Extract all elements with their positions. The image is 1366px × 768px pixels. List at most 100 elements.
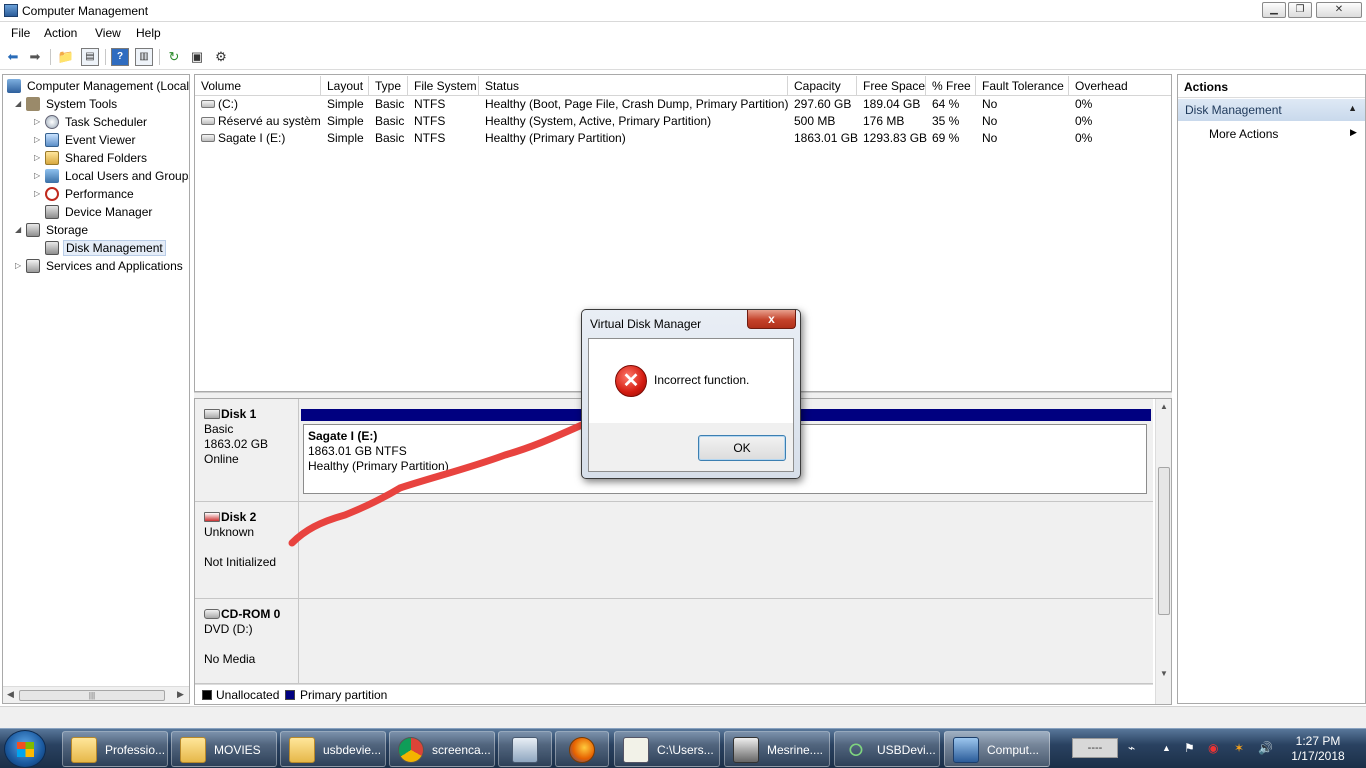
expand-arrow-icon[interactable]: ▷ <box>34 185 40 203</box>
tray-power-icon[interactable]: ✶ <box>1234 741 1244 755</box>
submenu-arrow-icon[interactable]: ▶ <box>1350 127 1357 138</box>
tree-item-event-viewer[interactable]: ▷ Event Viewer <box>34 131 137 149</box>
ok-button[interactable]: OK <box>698 435 786 461</box>
maximize-button[interactable]: ❐ <box>1288 2 1312 18</box>
up-folder-icon[interactable]: 📁 <box>57 48 75 66</box>
dialog-close-button[interactable]: x <box>747 310 796 329</box>
taskbar-label: MOVIES <box>214 743 261 757</box>
expand-arrow-icon[interactable]: ▷ <box>34 149 40 167</box>
folder-icon <box>289 737 315 763</box>
collapse-arrow-icon[interactable]: ◢ <box>15 95 21 113</box>
disk-row-disk2[interactable]: Disk 2 Unknown Not Initialized <box>195 502 1153 599</box>
tray-flag-icon[interactable]: ⚑ <box>1184 741 1195 755</box>
column-header-file-system[interactable]: File System <box>408 76 479 96</box>
scroll-left-arrow-icon[interactable]: ◀ <box>7 689 14 700</box>
type-cell: Basic <box>375 114 405 128</box>
taskbar-item-mesrine[interactable]: Mesrine.... <box>724 731 830 767</box>
disk-view-vertical-scrollbar[interactable]: ▲ ▼ <box>1155 399 1171 704</box>
expand-arrow-icon[interactable]: ▷ <box>34 113 40 131</box>
collapse-up-icon[interactable]: ▲ <box>1348 103 1357 113</box>
column-header-volume[interactable]: Volume <box>195 76 321 96</box>
menu-help[interactable]: Help <box>136 26 161 40</box>
table-row[interactable]: Sagate I (E:) Simple Basic NTFS Healthy … <box>195 130 1171 147</box>
scrollbar-thumb[interactable] <box>1158 467 1170 615</box>
scroll-up-arrow-icon[interactable]: ▲ <box>1160 402 1168 411</box>
volume-name: Réservé au système <box>218 114 321 128</box>
column-header-status[interactable]: Status <box>479 76 788 96</box>
scrollbar-thumb[interactable]: ||| <box>19 690 165 701</box>
collapse-arrow-icon[interactable]: ◢ <box>15 221 21 239</box>
more-actions-link[interactable]: More Actions <box>1209 127 1278 141</box>
volume-cell: (C:) <box>195 96 321 113</box>
disk-spacer <box>204 540 298 555</box>
forward-arrow-icon[interactable]: ➡ <box>26 48 44 66</box>
properties-icon[interactable]: ▣ <box>188 48 206 66</box>
tree-item-storage[interactable]: ◢ Storage <box>15 221 90 239</box>
column-header-capacity[interactable]: Capacity <box>788 76 857 96</box>
tray-expand-arrow-icon[interactable]: ▲ <box>1162 743 1171 753</box>
help-icon[interactable]: ? <box>111 48 129 66</box>
disk-row-cdrom[interactable]: CD-ROM 0 DVD (D:) No Media <box>195 599 1153 684</box>
fault-tolerance-cell: No <box>982 114 998 128</box>
tree-item-services[interactable]: ▷ Services and Applications <box>15 257 185 275</box>
back-arrow-icon[interactable]: ⬅ <box>4 48 22 66</box>
dialog-message: Incorrect function. <box>654 373 750 387</box>
show-hide-tree-icon[interactable]: ▤ <box>81 48 99 66</box>
scroll-down-arrow-icon[interactable]: ▼ <box>1160 669 1168 678</box>
actions-section-disk-management[interactable]: Disk Management ▲ <box>1178 99 1365 121</box>
disk-label[interactable]: Disk 1 Basic 1863.02 GB Online <box>195 399 299 501</box>
taskbar-item-professio[interactable]: Professio... <box>62 731 168 767</box>
tray-network-icon[interactable]: ⌁ <box>1128 741 1135 755</box>
minimize-button[interactable]: ▁ <box>1262 2 1286 18</box>
menu-view[interactable]: View <box>95 26 121 40</box>
menu-action[interactable]: Action <box>44 26 77 40</box>
column-header-fault-tolerance[interactable]: Fault Tolerance <box>976 76 1069 96</box>
tray-clock[interactable]: 1:27 PM 1/17/2018 <box>1290 734 1346 764</box>
column-header-overhead[interactable]: Overhead <box>1069 76 1171 96</box>
menu-file[interactable]: File <box>11 26 30 40</box>
taskbar-item-calculator[interactable] <box>498 731 552 767</box>
taskbar-item-firefox[interactable] <box>555 731 609 767</box>
start-button[interactable] <box>4 730 46 768</box>
tree-horizontal-scrollbar[interactable]: ◀ ||| ▶ <box>3 686 189 703</box>
tree-item-shared-folders[interactable]: ▷ Shared Folders <box>34 149 149 167</box>
taskbar: Professio... MOVIES usbdevie... screenca… <box>0 728 1366 768</box>
disk-label[interactable]: Disk 2 Unknown Not Initialized <box>195 502 299 598</box>
taskbar-item-usbdevi[interactable]: ⭘ USBDevi... <box>834 731 940 767</box>
column-header-type[interactable]: Type <box>369 76 408 96</box>
error-icon: ✕ <box>615 365 647 397</box>
tree-item-root[interactable]: Computer Management (Local <box>7 77 189 95</box>
tree-item-disk-management[interactable]: Disk Management <box>45 239 166 257</box>
storage-icon <box>26 223 40 237</box>
tray-security-icon[interactable]: ◉ <box>1208 741 1218 755</box>
taskbar-item-usbdevie[interactable]: usbdevie... <box>280 731 386 767</box>
tree-item-device-manager[interactable]: Device Manager <box>45 203 154 221</box>
column-header-layout[interactable]: Layout <box>321 76 369 96</box>
expand-arrow-icon[interactable]: ▷ <box>34 167 40 185</box>
taskbar-item-cmd[interactable]: C:\Users... <box>614 731 720 767</box>
free-space-cell: 189.04 GB <box>863 97 921 111</box>
close-button[interactable]: ✕ <box>1316 2 1362 18</box>
table-row[interactable]: Réservé au système Simple Basic NTFS Hea… <box>195 113 1171 130</box>
taskbar-item-computer-management[interactable]: Comput... <box>944 731 1050 767</box>
scroll-right-arrow-icon[interactable]: ▶ <box>177 689 184 700</box>
column-header-free-space[interactable]: Free Space <box>857 76 926 96</box>
show-hide-action-pane-icon[interactable]: ▥ <box>135 48 153 66</box>
disk-label[interactable]: CD-ROM 0 DVD (D:) No Media <box>195 599 299 683</box>
tree-item-performance[interactable]: ▷ Performance <box>34 185 136 203</box>
toolbar-separator <box>105 49 106 65</box>
tray-volume-icon[interactable]: 🔊 <box>1258 741 1273 755</box>
column-header-percent-free[interactable]: % Free <box>926 76 976 96</box>
refresh-icon[interactable]: ↻ <box>165 48 183 66</box>
table-row[interactable]: (C:) Simple Basic NTFS Healthy (Boot, Pa… <box>195 96 1171 113</box>
tree-item-task-scheduler[interactable]: ▷ Task Scheduler <box>34 113 149 131</box>
tray-input-box[interactable]: ---- <box>1072 738 1118 758</box>
tree-item-system-tools[interactable]: ◢ System Tools <box>15 95 119 113</box>
expand-arrow-icon[interactable]: ▷ <box>15 257 21 275</box>
taskbar-item-movies[interactable]: MOVIES <box>171 731 277 767</box>
layout-cell: Simple <box>327 97 364 111</box>
expand-arrow-icon[interactable]: ▷ <box>34 131 40 149</box>
disk-settings-icon[interactable]: ⚙ <box>212 48 230 66</box>
tree-item-local-users[interactable]: ▷ Local Users and Groups <box>34 167 189 185</box>
taskbar-item-chrome[interactable]: screenca... <box>389 731 495 767</box>
